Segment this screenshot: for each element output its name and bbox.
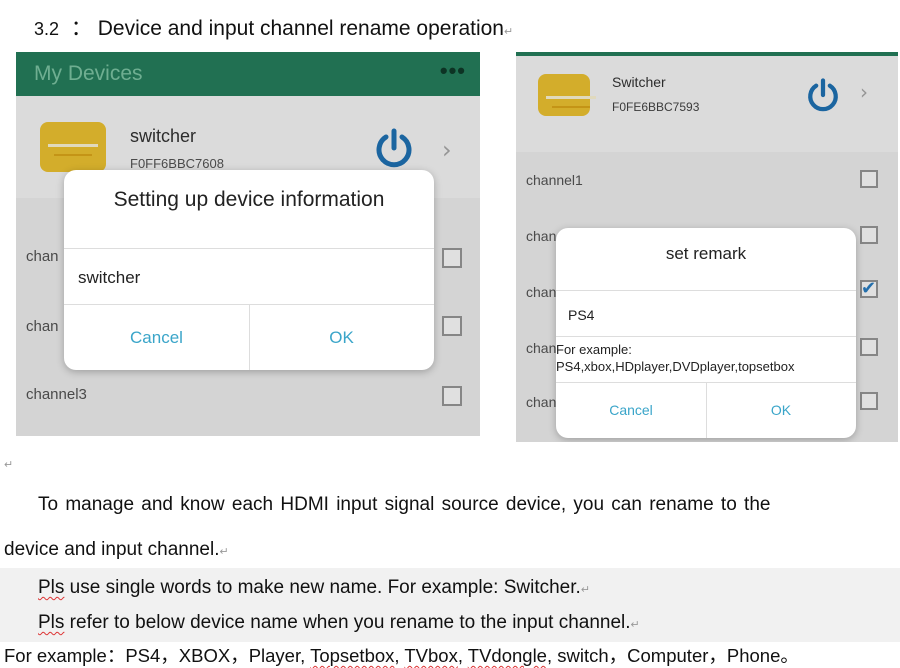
tip-line-1: Pls use single words to make new name. F… [38, 577, 590, 599]
example-separator: , [457, 645, 468, 666]
heading-separator: ： [70, 17, 92, 40]
example-text: For example：PS4，XBOX，Player, [4, 645, 311, 666]
example-word: TVdongle [467, 645, 547, 666]
dialog-title: Setting up device information [113, 188, 385, 211]
dialog-title: set remark [665, 244, 747, 263]
ok-button[interactable]: OK [249, 328, 434, 348]
section-title: Device and input channel rename operatio… [97, 17, 504, 40]
intro-paragraph-line1: To manage and know each HDMI input signa… [38, 494, 771, 515]
example-separator: , [394, 645, 405, 666]
example-text: , switch，Computer，Phone。 [546, 645, 799, 666]
paragraph-mark-icon: ↵ [580, 584, 591, 596]
tip-word: Pls [38, 577, 65, 598]
divider [64, 248, 434, 249]
tip-word: Pls [38, 612, 65, 633]
paragraph-mark-icon: ↵ [4, 459, 14, 471]
example-word: TVbox [404, 645, 458, 666]
example-line: For example：PS4，XBOX，Player, Topsetbox , … [4, 642, 799, 668]
tip-line-2: Pls refer to below device name when you … [38, 612, 640, 634]
ok-button[interactable]: OK [706, 402, 856, 418]
device-info-dialog: Setting up device information switcher C… [64, 170, 434, 370]
paragraph-mark-icon: ↵ [630, 619, 640, 631]
intro-paragraph-line2: device and input channel.↵ [4, 539, 229, 561]
remark-hint-examples: PS4,xbox,HDplayer,DVDplayer,topsetbox [556, 359, 795, 374]
device-rename-screenshot: My Devices ••• switcher F0FF6BBC7608 › c… [16, 52, 480, 436]
cancel-button[interactable]: Cancel [64, 328, 249, 348]
example-word: Topsetbox [310, 645, 395, 666]
channel-remark-screenshot: Switcher F0FE6BBC7593 › channel1 chan ch… [516, 52, 898, 442]
remark-hint: For example: [556, 342, 632, 357]
divider [556, 336, 856, 337]
set-remark-dialog: set remark PS4 For example: PS4,xbox,HDp… [556, 228, 856, 438]
intro-text: device and input channel. [4, 539, 220, 560]
device-name-field[interactable]: switcher [78, 268, 140, 288]
cancel-button[interactable]: Cancel [556, 402, 706, 418]
tip-text: use single words to make new name. For e… [64, 577, 581, 598]
section-heading: 3.2 ： Device and input channel rename op… [34, 12, 513, 42]
section-number: 3.2 [34, 19, 60, 39]
remark-input[interactable]: PS4 [568, 307, 594, 323]
tip-text: refer to below device name when you rena… [64, 612, 631, 633]
paragraph-mark-icon: ↵ [504, 26, 514, 38]
paragraph-mark-icon: ↵ [219, 546, 229, 558]
divider [556, 290, 856, 291]
